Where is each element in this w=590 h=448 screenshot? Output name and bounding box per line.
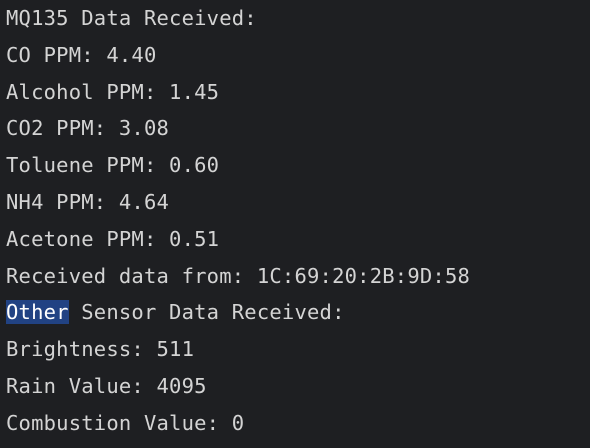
- output-line: NH4 PPM: 4.64: [6, 189, 170, 214]
- output-line-selected: Other Sensor Data Received:: [6, 300, 590, 337]
- output-line: Received data from: 1C:69:20:2B:9D:58: [6, 263, 471, 288]
- output-line: MQ135 Data Received:: [6, 6, 257, 30]
- output-line: Acetone PPM: 0.51: [6, 226, 220, 251]
- output-line: CO2 PPM: 3.08: [6, 116, 170, 141]
- output-line: Alcohol PPM: 1.45: [6, 79, 220, 104]
- terminal-output[interactable]: MQ135 Data Received: CO PPM: 4.40 Alcoho…: [0, 0, 590, 445]
- output-line: Toluene PPM: 0.60: [6, 153, 220, 178]
- output-line: CO PPM: 4.40: [6, 42, 157, 67]
- output-line: Rain Value: 4095: [6, 373, 207, 398]
- output-line: Brightness: 511: [6, 337, 195, 362]
- output-line: Combustion Value: 0: [6, 410, 245, 435]
- selected-text[interactable]: Other: [6, 300, 69, 325]
- output-line-rest: Sensor Data Received:: [68, 300, 345, 325]
